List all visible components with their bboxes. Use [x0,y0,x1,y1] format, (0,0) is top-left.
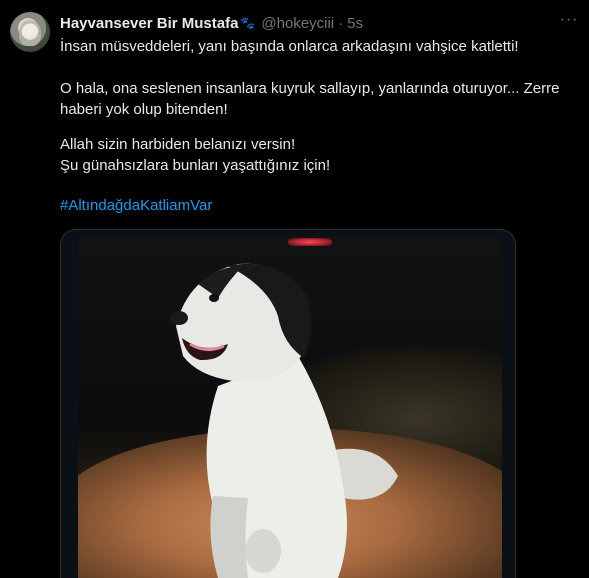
author-avatar[interactable] [10,12,50,52]
author-handle[interactable]: @hokeyciii [261,15,334,32]
media-container[interactable] [60,229,516,578]
separator-dot: · [338,14,344,32]
tweet: Hayvansever Bir Mustafa 🐾 @hokeyciii · 5… [0,0,589,578]
tweet-line: Allah sizin harbiden belanızı versin! [60,136,296,153]
video-thumbnail[interactable] [78,236,502,578]
tweet-timestamp[interactable]: 5s [347,15,363,32]
tweet-line: Şu günahsızlara bunları yaşattığınız içi… [60,157,331,174]
paw-icon: 🐾 [240,16,256,30]
tweet-paragraph: Allah sizin harbiden belanızı versin! Şu… [60,134,330,176]
author-name[interactable]: Hayvansever Bir Mustafa [60,15,238,32]
dog-illustration [170,263,398,578]
hashtag-link[interactable]: #AltındağdaKatliamVar [60,195,212,216]
tweet-paragraph: İnsan müsveddeleri, yanı başında onlarca… [60,38,519,55]
more-options-icon[interactable]: ··· [556,10,582,32]
tweet-header: Hayvansever Bir Mustafa 🐾 @hokeyciii · 5… [60,13,363,33]
tweet-paragraph: O hala, ona seslenen insanlara kuyruk sa… [60,80,560,118]
